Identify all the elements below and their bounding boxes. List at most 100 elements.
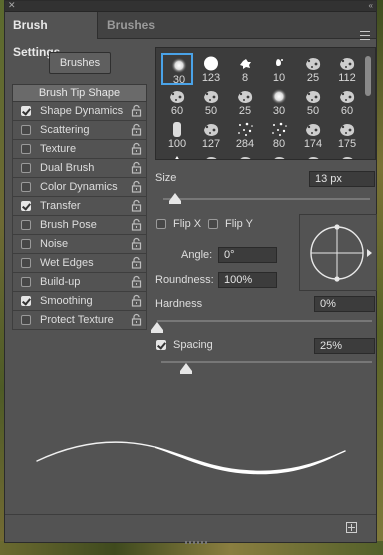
option-checkbox[interactable] <box>21 163 31 173</box>
option-dual-brush[interactable]: Dual Brush <box>12 159 147 178</box>
option-checkbox[interactable] <box>21 239 31 249</box>
brush-preset[interactable]: 25 <box>297 53 329 85</box>
lock-icon[interactable] <box>131 237 142 250</box>
flip-y-label: Flip Y <box>225 218 253 230</box>
size-field[interactable]: 13 px <box>309 171 375 187</box>
brush-preset[interactable]: 50 <box>297 86 329 118</box>
spacing-slider-knob[interactable] <box>180 363 193 374</box>
size-slider-knob[interactable] <box>169 193 182 204</box>
angle-roundness-widget[interactable] <box>299 214 377 291</box>
brush-thumbnail-icon <box>175 156 179 159</box>
hardness-slider-track[interactable] <box>157 320 372 322</box>
lock-icon[interactable] <box>131 256 142 269</box>
option-smoothing[interactable]: Smoothing <box>12 292 147 311</box>
brush-thumbnail-icon <box>272 122 287 136</box>
option-label: Smoothing <box>40 295 93 307</box>
presets-scrollbar-thumb[interactable] <box>365 56 371 96</box>
lock-icon[interactable] <box>131 104 142 117</box>
lock-icon[interactable] <box>131 294 142 307</box>
angle-field[interactable]: 0° <box>218 247 277 263</box>
option-checkbox[interactable] <box>21 220 31 230</box>
brush-preset[interactable]: 80 <box>263 119 295 151</box>
option-checkbox[interactable] <box>21 315 31 325</box>
brush-preset[interactable] <box>161 152 193 159</box>
brush-preset[interactable]: 60 <box>331 86 363 118</box>
lock-icon[interactable] <box>131 180 142 193</box>
brush-preset-size: 174 <box>303 138 323 150</box>
panel-menu-icon[interactable] <box>360 31 370 40</box>
brush-preset[interactable]: 100 <box>161 119 193 151</box>
option-checkbox[interactable] <box>21 277 31 287</box>
lock-icon[interactable] <box>131 218 142 231</box>
option-wet-edges[interactable]: Wet Edges <box>12 254 147 273</box>
tab-brush-settings[interactable]: Brush Settings <box>5 12 98 59</box>
option-build-up[interactable]: Build-up <box>12 273 147 292</box>
size-slider-track[interactable] <box>163 198 370 200</box>
option-checkbox[interactable] <box>21 182 31 192</box>
tab-brushes[interactable]: Brushes <box>99 12 163 39</box>
lock-icon[interactable] <box>131 123 142 136</box>
option-checkbox[interactable] <box>21 296 31 306</box>
hardness-label: Hardness <box>155 298 203 310</box>
lock-icon[interactable] <box>131 275 142 288</box>
brush-preset[interactable]: 10 <box>263 53 295 85</box>
spacing-field[interactable]: 25% <box>314 338 375 354</box>
brushes-button[interactable]: Brushes <box>49 52 111 74</box>
brush-preset[interactable]: 30 <box>161 53 193 86</box>
brush-preset[interactable]: 174 <box>297 119 329 151</box>
brush-preset[interactable]: 112 <box>331 53 363 85</box>
resize-grip[interactable] <box>185 541 207 544</box>
brush-tip-shape-item[interactable]: Brush Tip Shape <box>12 84 147 102</box>
brush-preset[interactable]: 50 <box>195 86 227 118</box>
brush-preset[interactable]: 25 <box>229 86 261 118</box>
option-checkbox[interactable] <box>21 125 31 135</box>
brush-settings-panel: ✕ « Brush Settings Brushes Brushes Brush… <box>4 0 377 544</box>
option-noise[interactable]: Noise <box>12 235 147 254</box>
option-transfer[interactable]: Transfer <box>12 197 147 216</box>
spacing-slider-track[interactable] <box>161 361 372 363</box>
option-texture[interactable]: Texture <box>12 140 147 159</box>
lock-icon[interactable] <box>131 199 142 212</box>
brush-preset-size: 60 <box>170 105 184 117</box>
brush-preset-size: 123 <box>201 72 221 84</box>
brush-preset[interactable]: 175 <box>331 119 363 151</box>
hardness-field[interactable]: 0% <box>314 296 375 312</box>
brush-preset[interactable]: 60 <box>161 86 193 118</box>
brush-preset[interactable] <box>331 152 363 159</box>
option-brush-pose[interactable]: Brush Pose <box>12 216 147 235</box>
brush-preset[interactable]: 30 <box>263 86 295 118</box>
brush-thumbnail-icon <box>306 58 321 70</box>
brush-preset[interactable] <box>263 152 295 159</box>
brush-preset[interactable]: 123 <box>195 53 227 85</box>
lock-icon[interactable] <box>131 142 142 155</box>
lock-icon[interactable] <box>131 161 142 174</box>
option-color-dynamics[interactable]: Color Dynamics <box>12 178 147 197</box>
option-scattering[interactable]: Scattering <box>12 121 147 140</box>
hardness-slider-knob[interactable] <box>151 322 163 333</box>
brush-preset[interactable] <box>297 152 329 159</box>
option-protect-texture[interactable]: Protect Texture <box>12 311 147 330</box>
flip-y-checkbox[interactable] <box>208 219 218 229</box>
option-checkbox[interactable] <box>21 201 31 211</box>
brush-preset[interactable]: 8 <box>229 53 261 85</box>
create-new-brush-icon[interactable] <box>346 522 357 533</box>
brush-preset[interactable]: 127 <box>195 119 227 151</box>
panel-footer <box>5 514 376 544</box>
roundness-field[interactable]: 100% <box>218 272 277 288</box>
option-checkbox[interactable] <box>21 106 31 116</box>
collapse-icon[interactable]: « <box>369 0 374 11</box>
brush-preset-size: 25 <box>238 105 252 117</box>
brush-preset[interactable] <box>229 152 261 159</box>
option-checkbox[interactable] <box>21 144 31 154</box>
option-label: Noise <box>40 238 69 250</box>
brush-thumbnail-icon <box>238 122 253 136</box>
panel-titlebar: ✕ « <box>5 0 376 12</box>
flip-x-checkbox[interactable] <box>156 219 166 229</box>
brush-preset[interactable]: 284 <box>229 119 261 151</box>
option-checkbox[interactable] <box>21 258 31 268</box>
option-shape-dynamics[interactable]: Shape Dynamics <box>12 102 147 121</box>
spacing-checkbox[interactable] <box>156 340 166 350</box>
close-icon[interactable]: ✕ <box>8 0 16 11</box>
brush-preset[interactable] <box>195 152 227 159</box>
lock-icon[interactable] <box>131 313 142 326</box>
